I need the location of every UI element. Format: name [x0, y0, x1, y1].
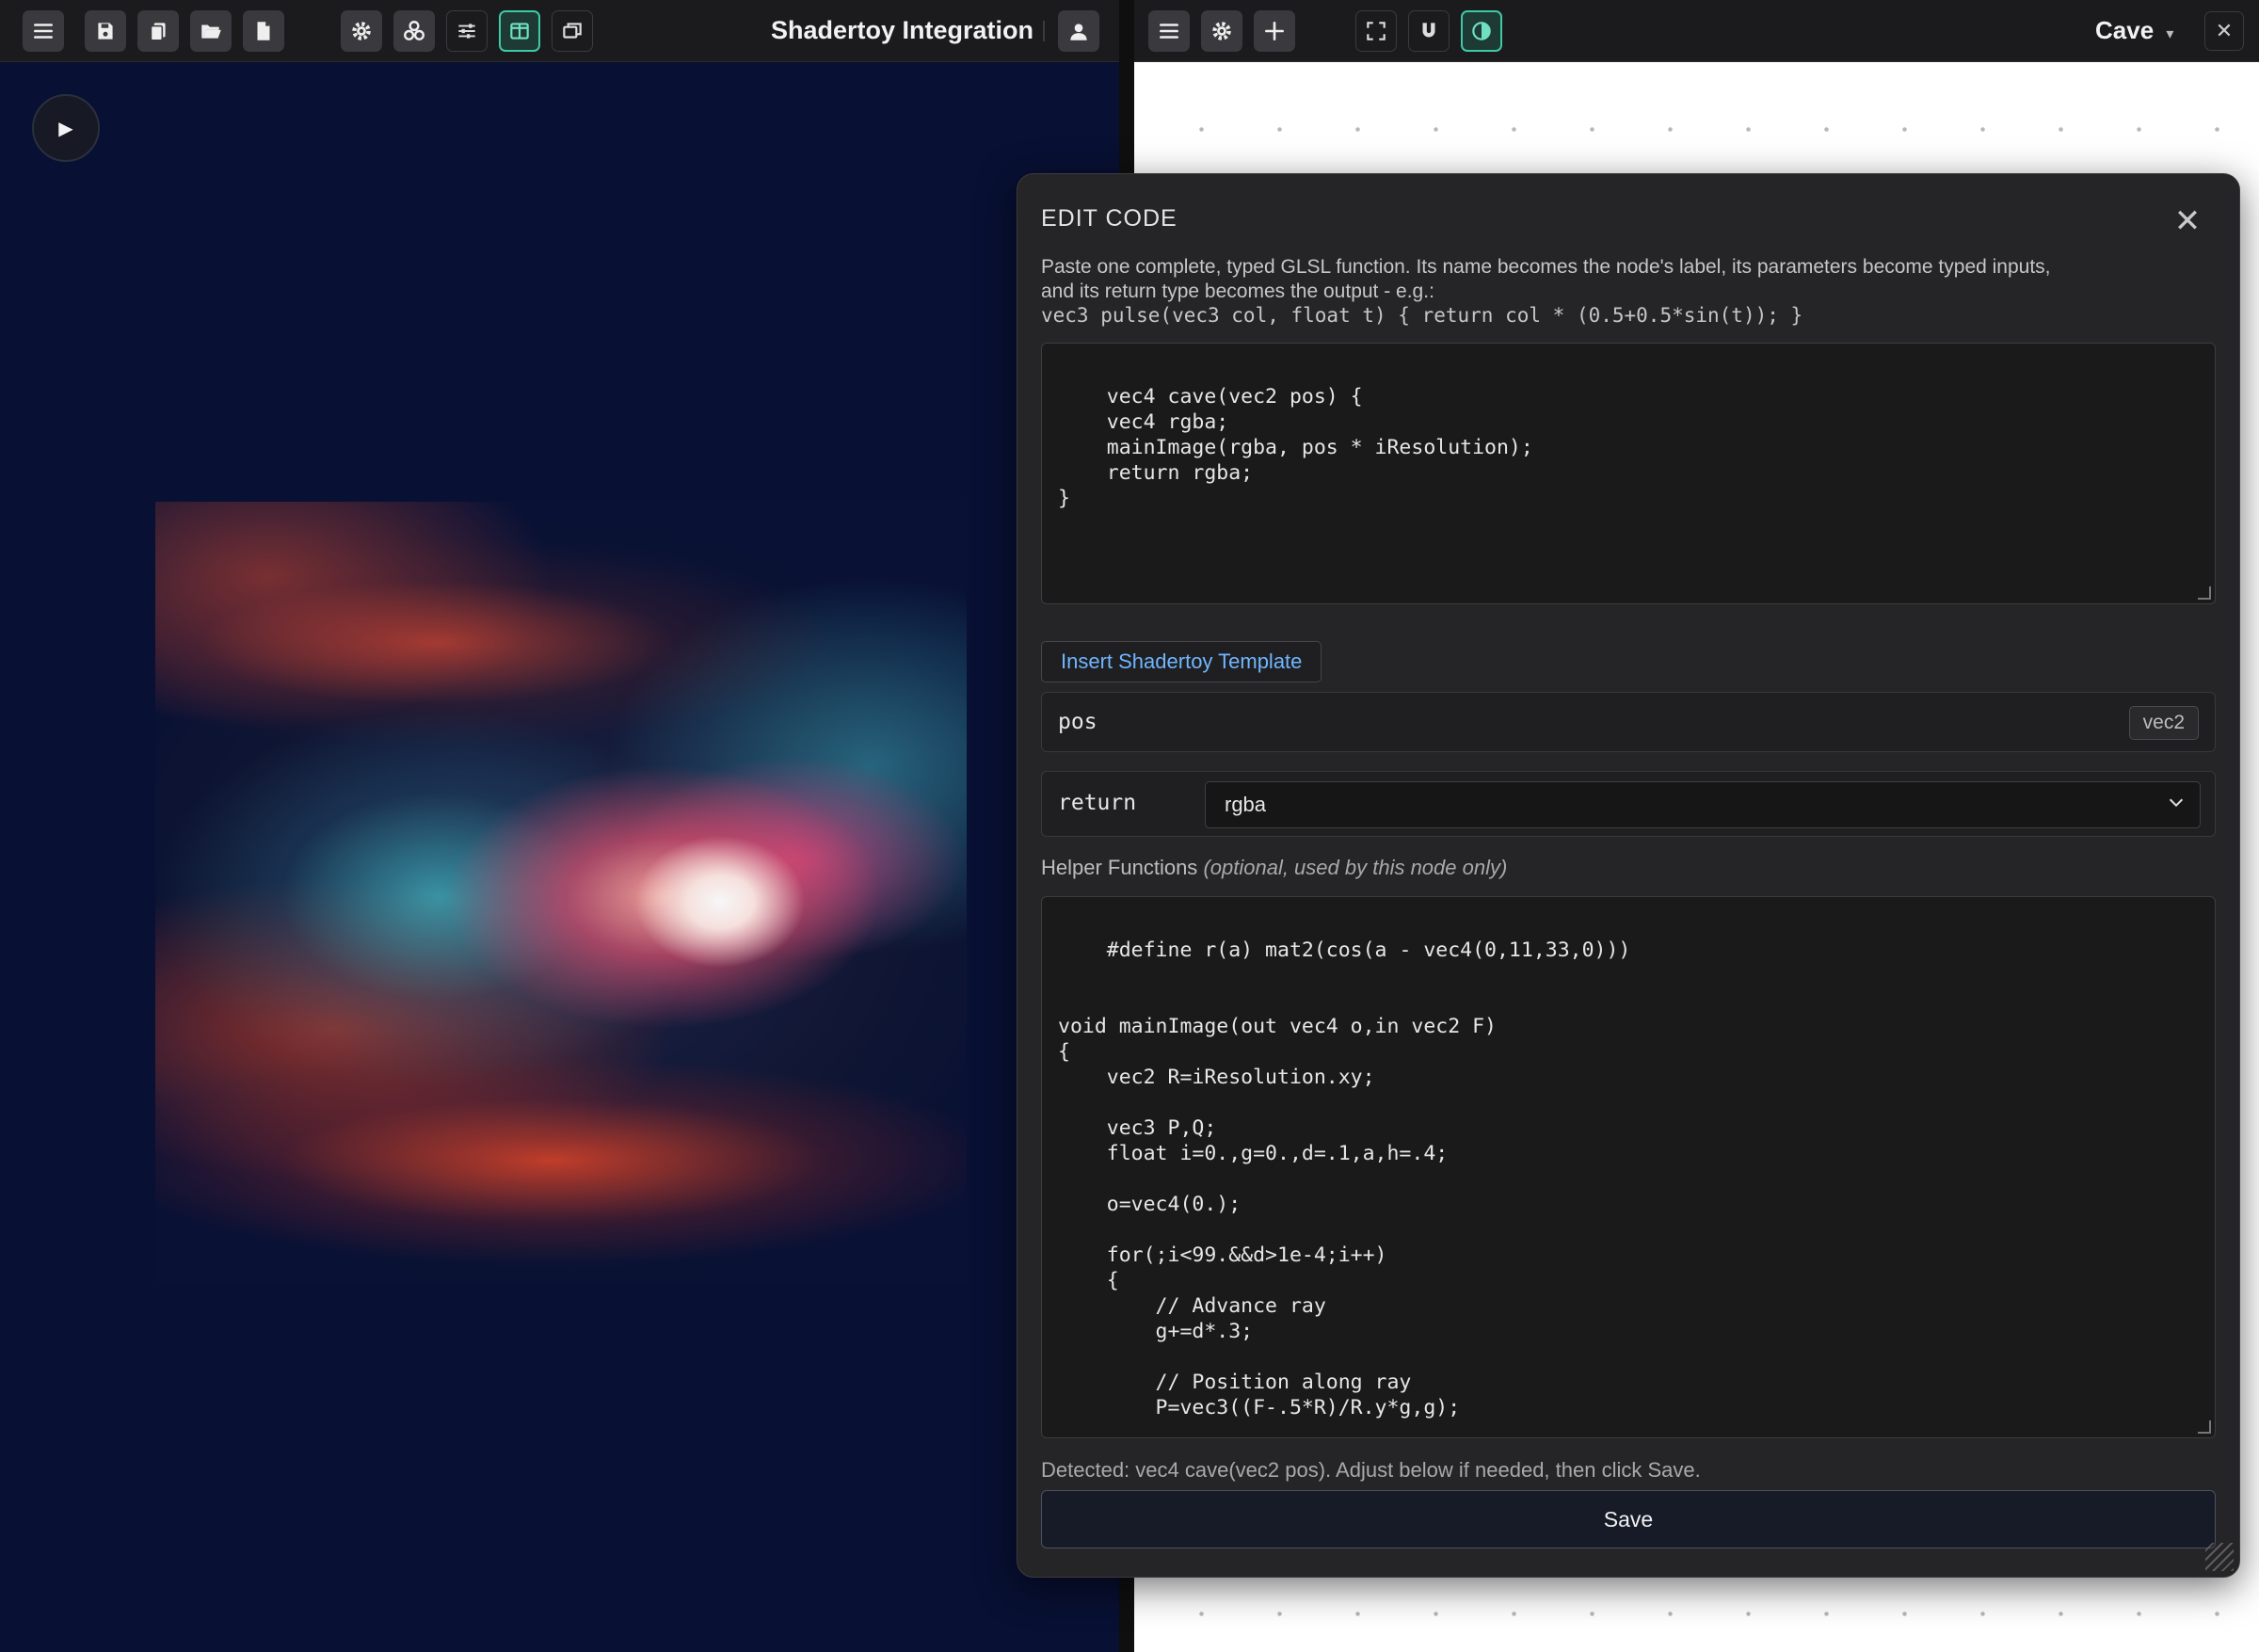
menu-icon — [1160, 24, 1178, 39]
menu-button[interactable] — [23, 10, 64, 52]
return-row: return rgba — [1041, 771, 2216, 837]
parameter-row: pos vec2 — [1041, 692, 2216, 752]
editor-menu-button[interactable] — [1148, 10, 1190, 52]
save-button[interactable]: Save — [1041, 1490, 2216, 1548]
fit-view-button[interactable] — [1355, 10, 1397, 52]
parameters-button[interactable] — [446, 10, 488, 52]
open-project-button[interactable] — [190, 10, 232, 52]
parameter-type-badge[interactable]: vec2 — [2128, 706, 2199, 740]
close-icon: ✕ — [2173, 203, 2202, 239]
save-icon — [98, 23, 113, 40]
chevron-down-icon: ▾ — [2166, 26, 2174, 42]
file-icon — [257, 22, 270, 40]
function-code-editor[interactable]: vec4 cave(vec2 pos) { vec4 rgba; mainIma… — [1041, 343, 2216, 604]
sliders-icon — [458, 24, 475, 39]
helper-code-text: #define r(a) mat2(cos(a - vec4(0,11,33,0… — [1058, 938, 1631, 1419]
folder-open-icon — [201, 24, 221, 39]
add-node-button[interactable] — [1254, 10, 1295, 52]
nodes-button[interactable] — [393, 10, 435, 52]
windows-icon — [563, 23, 582, 39]
layout-icon — [510, 23, 529, 40]
user-icon — [1070, 24, 1087, 40]
editor-toolbar: Cave ▾ ✕ — [1134, 0, 2259, 62]
copy-icon — [150, 23, 166, 41]
main-toolbar: Shadertoy Integration — [0, 0, 1119, 62]
function-code-text: vec4 cave(vec2 pos) { vec4 rgba; mainIma… — [1058, 385, 1533, 510]
parameter-name: pos — [1058, 710, 1097, 734]
helper-functions-note: (optional, used by this node only) — [1203, 856, 1508, 879]
description-line-2: and its return type becomes the output -… — [1041, 281, 1434, 302]
close-editor-button[interactable]: ✕ — [2204, 11, 2244, 51]
dialog-resize-handle-icon[interactable] — [2205, 1543, 2234, 1571]
account-button[interactable] — [1058, 10, 1099, 52]
helper-code-editor[interactable]: #define r(a) mat2(cos(a - vec4(0,11,33,0… — [1041, 896, 2216, 1438]
split-layout-button[interactable] — [499, 10, 540, 52]
helper-functions-title: Helper Functions — [1041, 856, 1198, 879]
chevron-down-icon — [2166, 792, 2187, 818]
resize-handle-icon[interactable] — [2198, 1420, 2211, 1434]
plus-icon — [1265, 22, 1284, 40]
play-icon: ▶ — [58, 118, 73, 139]
graph-selector[interactable]: Cave ▾ — [2095, 16, 2173, 45]
windows-button[interactable] — [552, 10, 593, 52]
shader-output-canvas — [155, 502, 967, 1283]
toolbar-separator — [1043, 21, 1045, 41]
menu-icon — [34, 24, 53, 39]
settings-icon — [1212, 22, 1231, 40]
contrast-icon — [1472, 22, 1491, 40]
dialog-close-button[interactable]: ✕ — [2169, 202, 2206, 240]
detected-signature-text: Detected: vec4 cave(vec2 pos). Adjust be… — [1041, 1458, 1701, 1482]
duplicate-button[interactable] — [137, 10, 179, 52]
edit-code-dialog: EDIT CODE ✕ Paste one complete, typed GL… — [1017, 173, 2240, 1578]
insert-template-button[interactable]: Insert Shadertoy Template — [1041, 641, 1322, 682]
settings-icon — [352, 22, 371, 40]
fullscreen-icon — [1367, 22, 1386, 40]
resize-handle-icon[interactable] — [2198, 586, 2211, 600]
project-title: Shadertoy Integration — [771, 16, 1034, 44]
return-value-text: rgba — [1225, 793, 1267, 816]
return-label: return — [1058, 791, 1137, 815]
play-button[interactable]: ▶ — [32, 94, 100, 162]
close-icon: ✕ — [2215, 19, 2234, 42]
shader-preview-panel: ▶ — [0, 0, 1119, 1652]
editor-settings-button[interactable] — [1201, 10, 1242, 52]
return-value-select[interactable]: rgba — [1205, 781, 2201, 828]
settings-button[interactable] — [341, 10, 382, 52]
helper-functions-label: Helper Functions (optional, used by this… — [1041, 856, 1507, 880]
save-project-button[interactable] — [85, 10, 126, 52]
snap-button[interactable] — [1408, 10, 1450, 52]
nodes-icon — [404, 21, 425, 40]
description-example: vec3 pulse(vec3 col, float t) { return c… — [1041, 304, 1803, 327]
magnet-icon — [1422, 23, 1435, 38]
dialog-title: EDIT CODE — [1041, 205, 1178, 232]
description-line-1: Paste one complete, typed GLSL function.… — [1041, 256, 2051, 278]
theme-toggle-button[interactable] — [1461, 10, 1502, 52]
graph-title: Cave — [2095, 16, 2155, 44]
new-file-button[interactable] — [243, 10, 284, 52]
